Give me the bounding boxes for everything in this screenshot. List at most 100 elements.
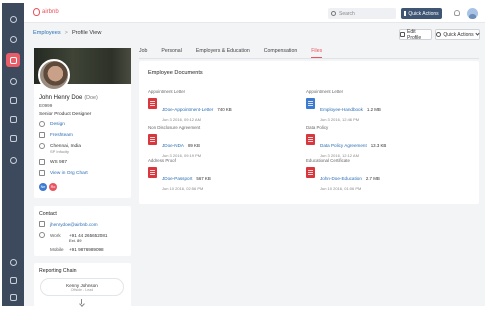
document-info: John-Doe-Education 2.7 MB Jun 10 2016, 01… <box>320 167 380 191</box>
phone-icon <box>39 232 45 238</box>
brand-name: airbnb <box>42 9 59 15</box>
mobile-row: Mobile +91 9876989098 <box>50 247 104 252</box>
email-link[interactable]: jhenrydoe@airbnb.com <box>50 222 98 227</box>
email-row: jhenrydoe@airbnb.com <box>39 221 98 227</box>
notification-bell-icon[interactable] <box>454 10 460 16</box>
tab-files[interactable]: Files <box>311 47 323 58</box>
document-icon[interactable] <box>7 132 19 144</box>
contact-title: Contact <box>39 211 57 217</box>
document-name[interactable]: John-Doe-Education <box>320 176 362 181</box>
pdf-file-icon <box>306 134 315 145</box>
document-date: Jun 3 2016, 09:12 AM <box>162 117 201 122</box>
search-placeholder: Search <box>339 10 355 17</box>
pdf-file-icon <box>148 98 157 109</box>
employee-id: E0999 <box>39 103 53 108</box>
location-pin-icon <box>39 143 45 149</box>
user-icon[interactable] <box>7 13 19 25</box>
chat-icon[interactable] <box>7 274 19 286</box>
tab-employers-education[interactable]: Employers & Education <box>196 47 250 58</box>
document-file[interactable]: JDoe-NDA 89 KB Jun 3 2016, 09:19 PM <box>148 134 298 158</box>
employee-documents-panel: Employee Documents Appointment Letter JD… <box>139 61 479 204</box>
profile-tabs: Job Personal Employers & Education Compe… <box>139 47 479 58</box>
arrowhead-icon <box>78 301 85 307</box>
location-text: Chennai, India SP Infocity <box>50 144 81 154</box>
edit-icon <box>400 32 405 37</box>
pdf-file-icon <box>306 167 315 178</box>
mobile-number: +91 9876989098 <box>69 247 104 252</box>
department-link[interactable]: Design <box>50 122 65 127</box>
document-file[interactable]: John-Doe-Education 2.7 MB Jun 10 2016, 01… <box>306 167 456 191</box>
documents-title: Employee Documents <box>148 70 203 76</box>
edit-profile-button[interactable]: Edit Profile <box>399 28 432 41</box>
tab-job[interactable]: Job <box>139 47 147 58</box>
document-name[interactable]: Employee-Handbook <box>320 107 363 112</box>
pdf-file-icon <box>148 167 157 178</box>
document-file[interactable]: JDoe-Appointment-Letter 740 KB Jun 3 2016… <box>148 98 298 122</box>
document-name[interactable]: Data Policy Agreement <box>320 143 367 148</box>
department-row: Design <box>39 121 65 127</box>
quick-actions-button[interactable]: Quick Actions <box>401 8 442 19</box>
brand-logo[interactable]: airbnb <box>33 8 59 16</box>
calendar-icon[interactable] <box>7 94 19 106</box>
document-category: Appointment Letter <box>148 89 186 94</box>
dashboard-icon[interactable] <box>7 33 19 45</box>
document-info: Data Policy Agreement 13.3 KB Jun 3 2016,… <box>320 134 386 158</box>
lightning-icon <box>436 32 442 37</box>
team-badge-2[interactable]: Ro <box>49 183 57 191</box>
view-org-chart-link[interactable]: View in Org Chart <box>50 171 88 176</box>
document-entry: Non Disclosure Agreement JDoe-NDA 89 KB J… <box>148 125 298 158</box>
document-size: 567 KB <box>196 176 211 181</box>
user-avatar[interactable] <box>467 8 478 19</box>
clock-icon[interactable] <box>7 75 19 87</box>
apps-icon[interactable] <box>7 291 19 303</box>
employee-title: Senior Product Designer <box>39 112 92 117</box>
document-file[interactable]: Employee-Handbook 1.2 MB Jun 3 2016, 12:4… <box>306 98 456 122</box>
document-entry: Address Proof JDoe-Passport 567 KB Jun 10… <box>148 158 298 191</box>
document-name[interactable]: JDoe-Appointment-Letter <box>162 107 213 112</box>
manager-node[interactable]: Kenny Johnson Offside - Lead <box>40 278 124 296</box>
breadcrumb: Employees > Profile View <box>33 30 101 36</box>
document-size: 89 KB <box>187 143 200 148</box>
chevron-down-icon <box>475 31 480 36</box>
word-file-icon <box>306 98 315 109</box>
work-extension: Ext. 89 <box>69 238 82 243</box>
document-size: 740 KB <box>217 107 232 112</box>
document-category: Data Policy <box>306 125 329 130</box>
document-date: Jun 10 2016, 02:56 PM <box>162 186 204 191</box>
reporting-chain-card: Reporting Chain Kenny Johnson Offside - … <box>34 263 131 307</box>
contact-card: Contact jhenrydoe@airbnb.com Work +91 44… <box>34 206 131 256</box>
document-file[interactable]: Data Policy Agreement 13.3 KB Jun 3 2016,… <box>306 134 456 158</box>
quick-actions-dropdown-label: Quick Actions <box>443 31 474 38</box>
help-icon[interactable] <box>7 256 19 268</box>
work-label: Work <box>50 233 61 238</box>
org-chart-row: View in Org Chart <box>39 170 88 176</box>
briefcase-icon <box>39 132 45 138</box>
document-file[interactable]: JDoe-Passport 567 KB Jun 10 2016, 02:56 P… <box>148 167 298 191</box>
location-row: Chennai, India SP Infocity <box>39 143 81 154</box>
employee-name: John Henry Doe (Doe) <box>39 95 98 101</box>
work-phone: +91 44 265652081 Ext. 89 <box>69 233 107 243</box>
breadcrumb-employees[interactable]: Employees <box>33 30 61 36</box>
document-info: JDoe-Appointment-Letter 740 KB Jun 3 2016… <box>162 98 232 122</box>
app-window: airbnb Search Quick Actions Employees > … <box>2 3 485 307</box>
employee-nickname: (Doe) <box>84 95 98 101</box>
quick-actions-dropdown[interactable]: Quick Actions <box>435 29 480 40</box>
tab-compensation[interactable]: Compensation <box>264 47 297 58</box>
team-badge-1[interactable]: Ne <box>39 183 47 191</box>
folder-icon[interactable] <box>7 113 19 125</box>
tab-personal[interactable]: Personal <box>161 47 181 58</box>
search-input[interactable]: Search <box>328 8 396 19</box>
document-name[interactable]: JDoe-Passport <box>162 176 192 181</box>
org-chart-icon <box>39 170 45 176</box>
people-icon[interactable] <box>6 53 20 67</box>
document-name[interactable]: JDoe-NDA <box>162 143 184 148</box>
settings-icon[interactable] <box>7 154 19 166</box>
edit-profile-label: Edit Profile <box>406 28 422 41</box>
team-link[interactable]: Freshteam <box>50 133 73 138</box>
desk-number: WS 987 <box>50 160 68 165</box>
department-icon <box>39 121 45 127</box>
document-size: 1.2 MB <box>366 107 381 112</box>
document-info: JDoe-NDA 89 KB Jun 3 2016, 09:19 PM <box>162 134 201 158</box>
document-entry: Appointment Letter JDoe-Appointment-Lett… <box>148 89 298 122</box>
airbnb-logo-icon <box>33 8 40 16</box>
